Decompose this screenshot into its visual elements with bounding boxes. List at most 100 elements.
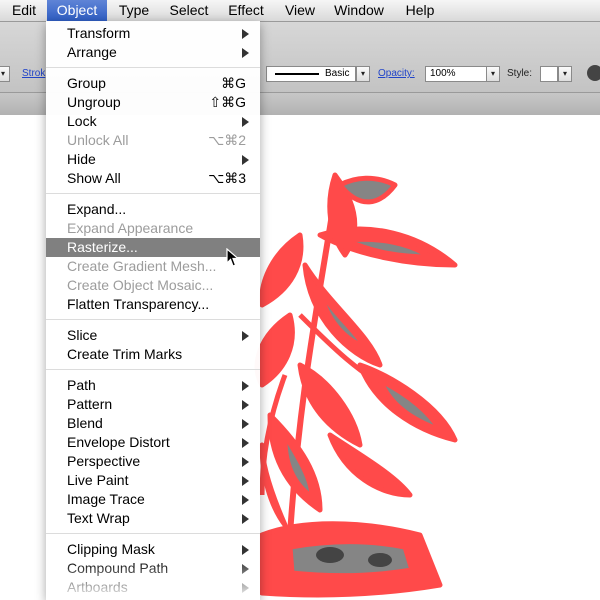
menu-item-hide[interactable]: Hide [46,150,260,169]
menu-separator [46,193,260,194]
opacity-input[interactable]: 100% [425,66,487,82]
menu-bar: Edit Object Type Select Effect View Wind… [0,0,600,22]
style-label: Style: [507,68,533,79]
menu-view[interactable]: View [280,0,320,21]
menu-item-label: Create Trim Marks [67,346,183,362]
menu-item-blend[interactable]: Blend [46,414,260,433]
menu-item-label: Expand Appearance [67,220,194,236]
stroke-weight-dropdown[interactable]: ▾ [0,66,10,82]
menu-item-image-trace[interactable]: Image Trace [46,490,260,509]
leaf-mid-left [254,312,295,388]
menu-item-flatten-transparency[interactable]: Flatten Transparency... [46,295,260,314]
submenu-arrow-icon [242,545,249,555]
options-menu-icon[interactable] [587,65,600,81]
menu-item-shortcut: ⌥⌘2 [208,132,246,148]
pot-shade [287,539,415,579]
submenu-arrow-icon [242,155,249,165]
menu-item-expand[interactable]: Expand... [46,200,260,219]
submenu-arrow-icon [242,514,249,524]
menu-item-label: Live Paint [67,472,129,488]
menu-item-expand-appearance: Expand Appearance [46,219,260,238]
menu-item-transform[interactable]: Transform [46,24,260,43]
menu-item-label: Perspective [67,453,141,469]
menu-item-label: Group [67,75,106,91]
menu-item-label: Clipping Mask [67,541,155,557]
menu-select[interactable]: Select [162,0,216,21]
menu-item-path[interactable]: Path [46,376,260,395]
menu-separator [46,67,260,68]
stroke-link[interactable]: Strok [22,68,45,79]
menu-item-label: Unlock All [67,132,129,148]
menu-item-perspective[interactable]: Perspective [46,452,260,471]
leaf-upper-left [259,232,304,308]
menu-item-pattern[interactable]: Pattern [46,395,260,414]
submenu-arrow-icon [242,495,249,505]
menu-item-label: Text Wrap [67,510,130,526]
menu-window[interactable]: Window [326,0,392,21]
menu-item-label: Transform [67,25,131,41]
menu-item-label: Create Object Mosaic... [67,277,214,293]
menu-item-group[interactable]: Group ⌘G [46,74,260,93]
style-swatch[interactable] [540,66,558,82]
object-dropdown-menu: Transform Arrange Group ⌘G Ungroup ⇧⌘G Lock Unl… [46,21,260,600]
submenu-arrow-icon [242,564,249,574]
menu-effect[interactable]: Effect [222,0,270,21]
menu-separator [46,533,260,534]
menu-item-label: Slice [67,327,98,343]
brush-definition-box[interactable]: Basic [266,66,356,82]
submenu-arrow-icon [242,438,249,448]
menu-item-artboards[interactable]: Artboards [46,578,260,597]
menu-item-label: Artboards [67,579,128,595]
pot-dark-spot-2 [368,553,392,567]
menu-item-label: Flatten Transparency... [67,296,210,312]
menu-item-label: Show All [67,170,121,186]
menu-edit[interactable]: Edit [4,0,44,21]
menu-item-live-paint[interactable]: Live Paint [46,471,260,490]
menu-item-arrange[interactable]: Arrange [46,43,260,62]
menu-item-label: Ungroup [67,94,121,110]
submenu-arrow-icon [242,419,249,429]
menu-item-lock[interactable]: Lock [46,112,260,131]
menu-item-text-wrap[interactable]: Text Wrap [46,509,260,528]
opacity-value: 100% [430,68,456,79]
menu-item-label: Path [67,377,96,393]
brush-label: Basic [325,68,350,79]
pot-dark-spot [316,547,344,563]
menu-item-compound-path[interactable]: Compound Path [46,559,260,578]
brush-dropdown[interactable]: ▾ [356,66,370,82]
menu-item-create-trim-marks[interactable]: Create Trim Marks [46,345,260,364]
menu-item-slice[interactable]: Slice [46,326,260,345]
menu-separator [46,369,260,370]
menu-item-show-all[interactable]: Show All ⌥⌘3 [46,169,260,188]
menu-item-create-object-mosaic: Create Object Mosaic... [46,276,260,295]
menu-item-clipping-mask[interactable]: Clipping Mask [46,540,260,559]
menu-item-label: Hide [67,151,96,167]
menu-help[interactable]: Help [400,0,440,21]
menu-item-label: Arrange [67,44,117,60]
submenu-arrow-icon [242,400,249,410]
submenu-arrow-icon [242,29,249,39]
menu-type[interactable]: Type [110,0,158,21]
menu-item-label: Envelope Distort [67,434,170,450]
menu-item-label: Image Trace [67,491,145,507]
menu-item-unlock-all: Unlock All ⌥⌘2 [46,131,260,150]
menu-item-label: Create Gradient Mesh... [67,258,217,274]
menu-item-shortcut: ⌘G [221,75,246,91]
leaf-bottom-right [327,432,413,498]
menu-item-ungroup[interactable]: Ungroup ⇧⌘G [46,93,260,112]
menu-item-shortcut: ⇧⌘G [209,94,246,110]
mouse-cursor-icon [226,248,240,267]
opacity-link[interactable]: Opacity: [378,68,415,79]
menu-item-shortcut: ⌥⌘3 [208,170,246,186]
submenu-arrow-icon [242,117,249,127]
submenu-arrow-icon [242,48,249,58]
menu-separator [46,319,260,320]
submenu-arrow-icon [242,457,249,467]
style-dropdown[interactable]: ▾ [558,66,572,82]
menu-item-label: Blend [67,415,103,431]
opacity-dropdown[interactable]: ▾ [486,66,500,82]
menu-object[interactable]: Object [47,0,107,21]
menu-item-label: Lock [67,113,97,129]
submenu-arrow-icon [242,381,249,391]
menu-item-envelope-distort[interactable]: Envelope Distort [46,433,260,452]
